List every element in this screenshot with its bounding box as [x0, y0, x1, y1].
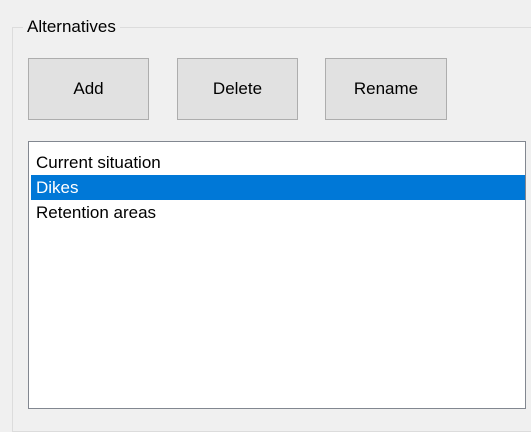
- list-item-dikes[interactable]: Dikes: [31, 175, 525, 200]
- list-item-label: Dikes: [36, 178, 79, 197]
- rename-button[interactable]: Rename: [325, 58, 447, 120]
- list-item-retention-areas[interactable]: Retention areas: [31, 200, 525, 225]
- alternatives-list: Current situation Dikes Retention areas: [31, 150, 525, 225]
- list-item-label: Current situation: [36, 153, 161, 172]
- add-button[interactable]: Add: [28, 58, 149, 120]
- list-item-label: Retention areas: [36, 203, 157, 222]
- alternatives-listbox[interactable]: Current situation Dikes Retention areas: [28, 141, 526, 409]
- alternatives-group-title: Alternatives: [23, 16, 120, 38]
- list-item-current-situation[interactable]: Current situation: [31, 150, 525, 175]
- alternatives-panel: { "alternatives_group": { "title": "Alte…: [0, 0, 531, 432]
- delete-button[interactable]: Delete: [177, 58, 298, 120]
